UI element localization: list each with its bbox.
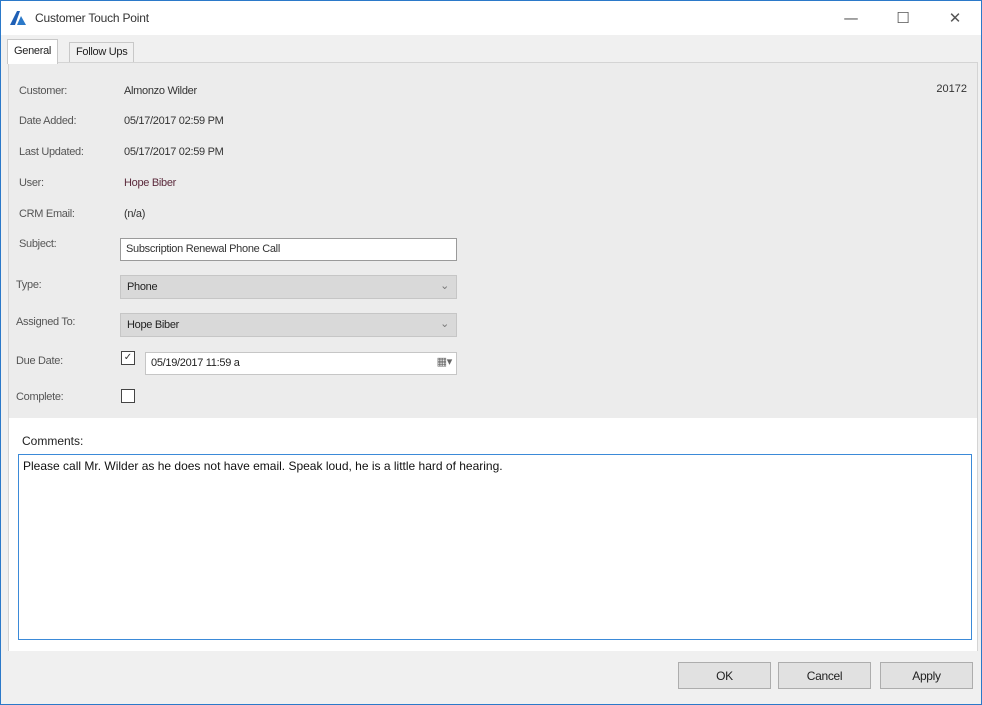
type-select[interactable]: Phone ⌄ <box>120 275 457 299</box>
title-bar[interactable]: Customer Touch Point — ☐ ✕ <box>1 1 981 35</box>
chevron-down-icon: ⌄ <box>440 317 449 330</box>
due-date-checkbox[interactable]: ✓ <box>121 351 135 365</box>
customer-touch-point-window: Customer Touch Point — ☐ ✕ General Follo… <box>0 0 982 705</box>
date-added-value: 05/17/2017 02:59 PM <box>124 115 224 127</box>
cancel-button[interactable]: Cancel <box>778 662 871 689</box>
type-label: Type: <box>16 279 42 291</box>
close-button[interactable]: ✕ <box>929 1 981 35</box>
app-logo-icon <box>7 7 29 29</box>
customer-id: 20172 <box>936 83 967 95</box>
crm-email-label: CRM Email: <box>19 208 75 220</box>
assigned-to-label: Assigned To: <box>16 316 76 328</box>
assigned-to-select[interactable]: Hope Biber ⌄ <box>120 313 457 337</box>
maximize-button[interactable]: ☐ <box>877 1 929 35</box>
date-added-label: Date Added: <box>19 115 77 127</box>
comments-section: Comments: Please call Mr. Wilder as he d… <box>9 418 977 651</box>
complete-label: Complete: <box>16 391 64 403</box>
tab-general[interactable]: General <box>7 39 59 64</box>
calendar-dropdown-icon: ▦▾ <box>436 355 453 368</box>
window-controls: — ☐ ✕ <box>825 1 981 35</box>
type-select-value: Phone <box>127 281 158 293</box>
due-date-picker[interactable]: 05/19/2017 11:59 a ▦▾ <box>145 352 457 375</box>
subject-input[interactable]: Subscription Renewal Phone Call <box>120 238 457 261</box>
chevron-down-icon: ⌄ <box>440 279 449 292</box>
customer-label: Customer: <box>19 85 68 97</box>
apply-button[interactable]: Apply <box>880 662 973 689</box>
due-date-value: 05/19/2017 11:59 a <box>151 357 240 369</box>
last-updated-label: Last Updated: <box>19 146 84 158</box>
comments-label: Comments: <box>22 434 84 448</box>
ok-button[interactable]: OK <box>678 662 771 689</box>
customer-value: Almonzo Wilder <box>124 85 197 97</box>
minimize-button[interactable]: — <box>825 1 877 35</box>
due-date-label: Due Date: <box>16 355 63 367</box>
tab-strip: General Follow Ups <box>5 39 977 64</box>
comments-textarea[interactable]: Please call Mr. Wilder as he does not ha… <box>18 454 972 640</box>
crm-email-value: (n/a) <box>124 208 146 220</box>
tab-follow-ups[interactable]: Follow Ups <box>69 42 135 63</box>
general-tab-panel: Customer: Almonzo Wilder 20172 Date Adde… <box>8 62 978 651</box>
last-updated-value: 05/17/2017 02:59 PM <box>124 146 224 158</box>
subject-label: Subject: <box>19 238 57 250</box>
user-label: User: <box>19 177 44 189</box>
assigned-to-select-value: Hope Biber <box>127 319 180 331</box>
dialog-footer: OK Cancel Apply <box>1 652 981 704</box>
window-title: Customer Touch Point <box>35 11 149 25</box>
user-value: Hope Biber <box>124 177 177 189</box>
complete-checkbox[interactable] <box>121 389 135 403</box>
